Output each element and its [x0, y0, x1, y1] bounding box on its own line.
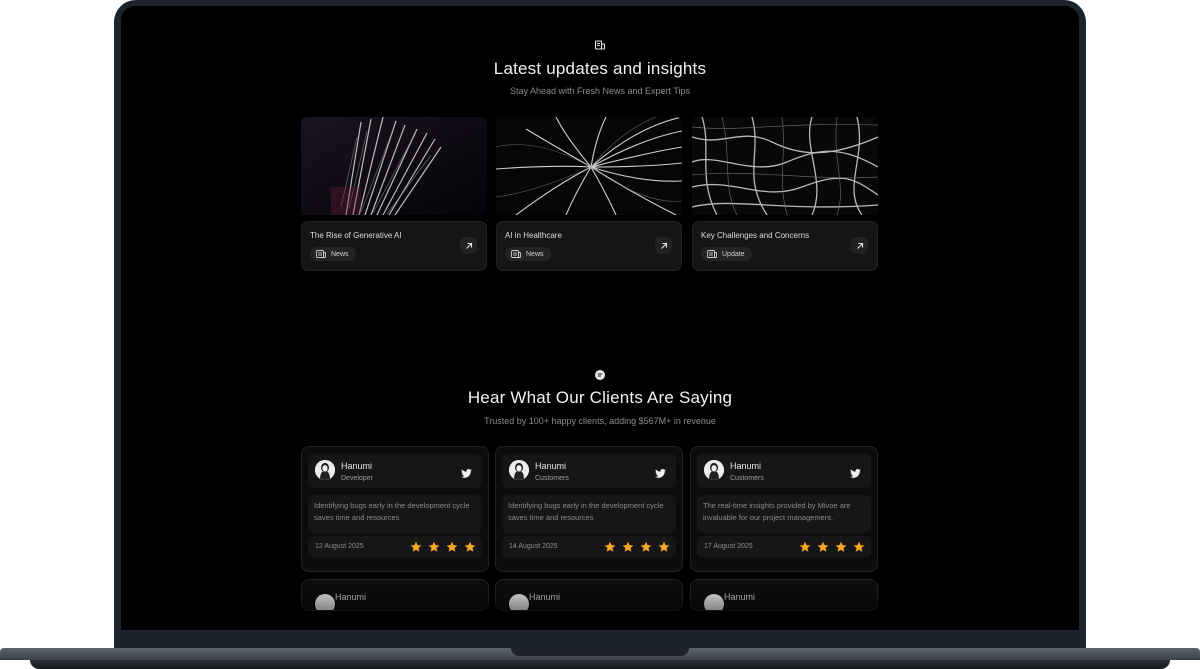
testimonial-header: Hanumi Developer — [308, 454, 482, 488]
card-info: The Rise of Generative AI News — [301, 221, 487, 271]
star-icon — [640, 541, 652, 552]
testimonial-card: Hanumi Customers Identifying bugs early in… — [495, 446, 683, 572]
person-avatar-icon — [509, 460, 529, 480]
star-icon — [604, 541, 616, 552]
twitter-link[interactable] — [655, 465, 666, 483]
star-icon — [658, 541, 670, 552]
star-rating — [604, 541, 670, 553]
tag-label: Update — [722, 250, 745, 258]
updates-subtitle: Stay Ahead with Fresh News and Expert Ti… — [509, 86, 691, 96]
laptop-screen: Latest updates and insights Stay Ahead w… — [121, 6, 1079, 630]
card-title: AI in Healthcare — [505, 231, 562, 240]
avatar — [509, 460, 529, 480]
news-icon — [594, 38, 606, 56]
twitter-link[interactable] — [461, 465, 472, 483]
testimonial-footer: 14 August 2025 — [502, 536, 676, 558]
updates-title: Latest updates and insights — [493, 59, 707, 78]
client-role: Customers — [730, 475, 764, 482]
arrow-up-right-icon — [660, 242, 667, 249]
avatar — [315, 460, 335, 480]
client-name: Hanumi — [529, 592, 561, 602]
tag-badge[interactable]: Update — [701, 247, 752, 261]
card-title: Key Challenges and Concerns — [701, 231, 810, 240]
testimonial-date: 14 August 2025 — [509, 543, 558, 550]
testimonial-card-partial: Hanumi — [690, 579, 878, 611]
avatar — [509, 594, 529, 610]
testimonial-footer: 12 August 2025 — [308, 536, 482, 558]
testimonial-quote: Identifying bugs early in the developmen… — [502, 495, 676, 533]
avatar — [704, 594, 724, 610]
star-icon — [446, 541, 458, 552]
star-icon — [410, 541, 422, 552]
client-role: Customers — [535, 475, 569, 482]
open-article-button[interactable] — [655, 237, 672, 254]
twitter-icon — [850, 469, 861, 478]
star-icon — [428, 541, 440, 552]
client-name: Hanumi — [335, 592, 367, 602]
testimonial-quote: The real-time insights provided by Mivoe… — [697, 495, 871, 533]
arrow-up-right-icon — [465, 242, 472, 249]
update-card-3[interactable]: Key Challenges and Concerns Update — [692, 117, 878, 271]
avatar — [315, 594, 335, 610]
testimonial-date: 17 August 2025 — [704, 543, 753, 550]
testimonial-header: Hanumi Customers — [502, 454, 676, 488]
star-icon — [464, 541, 476, 552]
open-article-button[interactable] — [460, 237, 477, 254]
card-image-healthcare — [496, 117, 682, 215]
twitter-icon — [655, 469, 666, 478]
testimonials-subtitle: Trusted by 100+ happy clients, adding $5… — [484, 416, 716, 426]
newspaper-icon — [511, 250, 521, 258]
testimonial-date: 12 August 2025 — [315, 543, 364, 550]
card-info: AI in Healthcare News — [496, 221, 682, 271]
client-name: Hanumi — [341, 461, 373, 471]
tag-badge[interactable]: News — [310, 247, 356, 261]
laptop-notch — [511, 648, 689, 656]
newspaper-icon — [707, 250, 717, 258]
client-name: Hanumi — [724, 592, 756, 602]
avatar — [704, 460, 724, 480]
open-article-button[interactable] — [851, 237, 868, 254]
star-icon — [853, 541, 865, 552]
person-avatar-icon — [315, 460, 335, 480]
testimonial-quote: Identifying bugs early in the developmen… — [308, 495, 482, 533]
testimonial-header: Hanumi Customers — [697, 454, 871, 488]
tag-label: News — [526, 250, 544, 258]
testimonial-card-partial: Hanumi — [495, 579, 683, 611]
client-name: Hanumi — [730, 461, 762, 471]
testimonials-title: Hear What Our Clients Are Saying — [467, 388, 733, 407]
card-title: The Rise of Generative AI — [310, 231, 402, 240]
person-avatar-icon — [704, 460, 724, 480]
tag-badge[interactable]: News — [505, 247, 551, 261]
star-icon — [835, 541, 847, 552]
twitter-icon — [461, 469, 472, 478]
testimonial-footer: 17 August 2025 — [697, 536, 871, 558]
tag-label: News — [331, 250, 349, 258]
newspaper-icon — [316, 250, 326, 258]
star-icon — [622, 541, 634, 552]
star-rating — [799, 541, 865, 553]
update-card-2[interactable]: AI in Healthcare News — [496, 117, 682, 271]
twitter-link[interactable] — [850, 465, 861, 483]
testimonial-card-partial: Hanumi — [301, 579, 489, 611]
arrow-up-right-icon — [856, 242, 863, 249]
card-image-generative-ai — [301, 117, 487, 215]
star-icon — [799, 541, 811, 552]
laptop-base-bottom — [30, 660, 1170, 669]
testimonial-card: Hanumi Customers The real-time insights pr… — [690, 446, 878, 572]
star-icon — [817, 541, 829, 552]
update-card-1[interactable]: The Rise of Generative AI News — [301, 117, 487, 271]
card-info: Key Challenges and Concerns Update — [692, 221, 878, 271]
laptop-base — [0, 648, 1200, 669]
star-rating — [410, 541, 476, 553]
client-name: Hanumi — [535, 461, 567, 471]
client-role: Developer — [341, 475, 373, 482]
testimonial-card: Hanumi Developer Identifying bugs early in… — [301, 446, 489, 572]
card-image-challenges — [692, 117, 878, 215]
chat-bubble-icon — [594, 368, 606, 386]
